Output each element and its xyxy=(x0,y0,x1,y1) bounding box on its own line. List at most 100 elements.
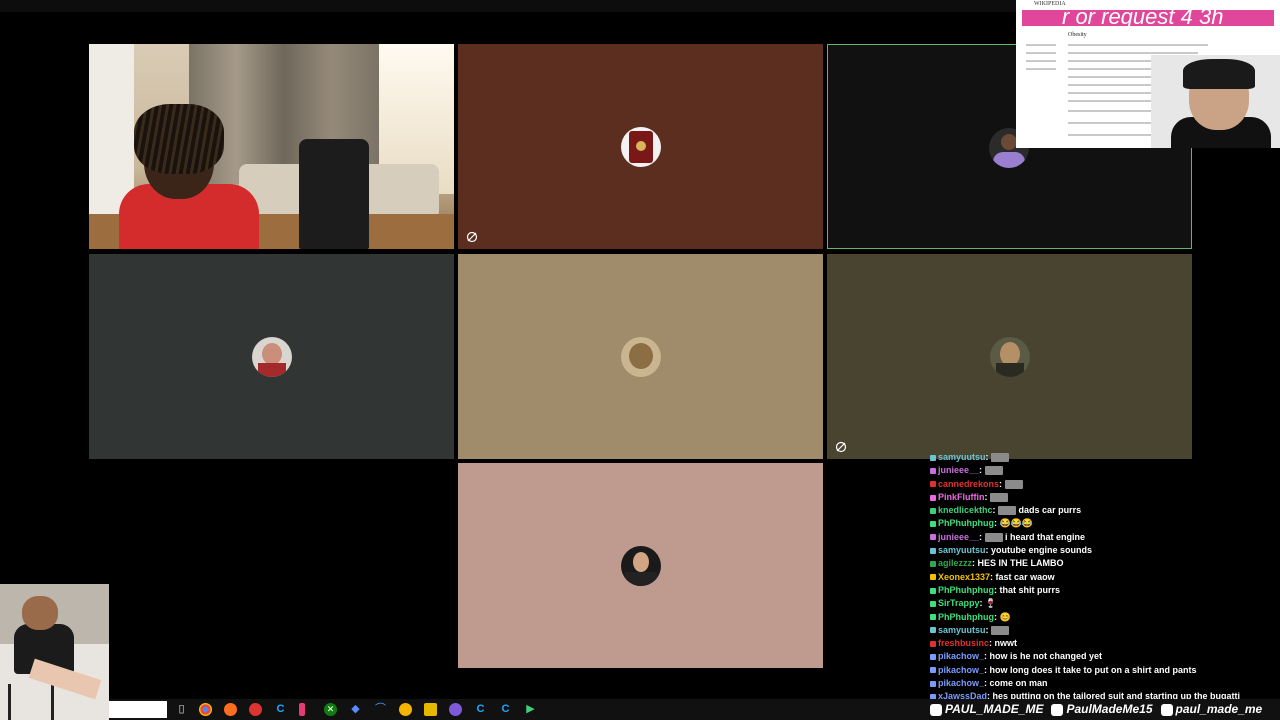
sidebar-line xyxy=(1026,52,1056,54)
avatar xyxy=(620,545,661,586)
chat-text: how is he not changed yet xyxy=(989,651,1103,662)
chat-badge-icon xyxy=(930,454,936,461)
chat-badge-icon xyxy=(930,587,936,594)
chat-username[interactable]: SirTrappy xyxy=(938,598,980,608)
chat-message: pikachow_: how long does it take to put … xyxy=(930,664,1275,677)
chat-text: i heard that engine xyxy=(1005,531,1086,542)
article-title: Obesity xyxy=(1068,32,1087,38)
sidebar-line xyxy=(1026,44,1056,46)
avatar xyxy=(989,336,1030,377)
cam2-person-head xyxy=(22,596,58,630)
obs-icon[interactable] xyxy=(249,703,262,716)
chat-badge-icon xyxy=(930,654,936,661)
chat-message: samyuutsu: xyxy=(930,624,1275,637)
play-icon[interactable]: ▶ xyxy=(524,703,537,716)
task-view-icon[interactable]: ▯ xyxy=(175,703,188,716)
chat-text: come on man xyxy=(989,678,1048,689)
chat-emote-icon xyxy=(998,506,1017,516)
chat-text: fast car waow xyxy=(995,571,1055,582)
chat-username[interactable]: junieee__ xyxy=(938,532,979,542)
social-handle: PaulMadeMe15 xyxy=(1066,702,1153,716)
chat-message: agilezzz: HES IN THE LAMBO xyxy=(930,557,1275,570)
x-icon xyxy=(1051,703,1064,716)
chat-username[interactable]: Xeonex1337 xyxy=(938,572,990,582)
video-tile-5[interactable] xyxy=(458,254,823,459)
chat-text: dads car purrs xyxy=(1018,505,1082,516)
social-handle: paul_made_me xyxy=(1175,702,1263,716)
chat-message: pikachow_: come on man xyxy=(930,677,1275,690)
video-tile-6[interactable] xyxy=(827,254,1192,459)
chat-username[interactable]: PhPhuhphug xyxy=(938,518,994,528)
chat-separator: : xyxy=(999,478,1005,489)
file-explorer-icon[interactable] xyxy=(424,703,437,716)
video-tile-2[interactable] xyxy=(458,44,823,249)
app-wave-icon[interactable]: ⌒ xyxy=(374,703,387,716)
chat-message: junieee__: xyxy=(930,464,1275,477)
app-circle-icon[interactable] xyxy=(399,703,412,716)
video-tile-4[interactable] xyxy=(89,254,454,459)
text-line xyxy=(1068,92,1153,94)
text-line xyxy=(1068,110,1153,112)
app-bar-icon[interactable] xyxy=(299,703,305,716)
chat-message: knedlicekthc: dads car purrs xyxy=(930,504,1275,517)
avatar xyxy=(251,336,292,377)
taskbar-search-box[interactable] xyxy=(109,701,167,718)
text-line xyxy=(1068,52,1198,54)
chat-emote-icon xyxy=(984,532,1003,542)
chat-badge-icon xyxy=(930,627,936,634)
text-line xyxy=(1068,76,1153,78)
chat-text: 🍷 xyxy=(985,598,997,609)
chat-text: how long does it take to put on a shirt … xyxy=(989,664,1197,675)
chat-username[interactable]: pikachow_ xyxy=(938,665,984,675)
xbox-icon[interactable]: ✕ xyxy=(324,703,337,716)
chat-username[interactable]: agilezzz xyxy=(938,558,972,568)
chat-badge-icon xyxy=(930,640,936,647)
chat-badge-icon xyxy=(930,614,936,621)
chat-badge-icon xyxy=(930,561,936,567)
app-c-icon[interactable]: C xyxy=(474,703,487,716)
chat-separator: : xyxy=(979,465,985,476)
participant-hair xyxy=(134,104,224,174)
chat-username[interactable]: cannedrekons xyxy=(938,479,999,489)
chat-username[interactable]: knedlicekthc xyxy=(938,505,993,515)
request-banner: r or request 4 3h xyxy=(1022,10,1274,26)
chat-badge-icon xyxy=(930,467,936,474)
chat-message: junieee__: i heard that engine xyxy=(930,531,1275,544)
chat-username[interactable]: junieee__ xyxy=(938,465,979,475)
instagram-icon xyxy=(1160,703,1173,716)
x-icon xyxy=(930,703,942,716)
chat-username[interactable]: pikachow_ xyxy=(938,678,984,688)
chat-username[interactable]: samyuutsu xyxy=(938,625,986,635)
chat-text: 😊 xyxy=(999,611,1011,622)
chat-emote-icon xyxy=(991,625,1010,635)
chat-message: freshbusinc: nwwt xyxy=(930,637,1275,650)
wikipedia-logo: WIKIPEDIA xyxy=(1034,1,1066,7)
chat-badge-icon xyxy=(930,600,936,607)
chat-panel: samyuutsu: junieee__: cannedrekons: Pink… xyxy=(930,451,1275,704)
chat-username[interactable]: freshbusinc xyxy=(938,638,989,648)
chat-username[interactable]: samyuutsu xyxy=(938,545,986,555)
chat-message: pikachow_: how is he not changed yet xyxy=(930,650,1275,663)
chat-username[interactable]: samyuutsu xyxy=(938,452,986,462)
video-tile-webcam[interactable] xyxy=(89,44,454,249)
chat-text: HES IN THE LAMBO xyxy=(977,558,1064,569)
firefox-icon[interactable] xyxy=(224,703,237,716)
chrome-icon[interactable] xyxy=(199,703,212,716)
chat-username[interactable]: PinkFluffin xyxy=(938,492,985,502)
video-tile-7[interactable] xyxy=(458,463,823,668)
text-line xyxy=(1068,44,1208,46)
chat-username[interactable]: PhPhuhphug xyxy=(938,585,994,595)
app-purple-icon[interactable] xyxy=(449,703,462,716)
app-c-icon[interactable]: C xyxy=(274,703,287,716)
secondary-webcam xyxy=(0,584,109,720)
app-diamond-icon[interactable]: ◆ xyxy=(349,703,362,716)
chat-username[interactable]: pikachow_ xyxy=(938,651,984,661)
chat-username[interactable]: PhPhuhphug xyxy=(938,612,994,622)
chat-message: samyuutsu: youtube engine sounds xyxy=(930,544,1275,557)
sidebar-line xyxy=(1026,68,1056,70)
chat-text: youtube engine sounds xyxy=(991,545,1093,556)
banner-text: r or request 4 3h xyxy=(1062,10,1224,26)
app-c-icon[interactable]: C xyxy=(499,703,512,716)
chat-badge-icon xyxy=(930,667,936,674)
streamer-webcam xyxy=(1151,55,1280,148)
